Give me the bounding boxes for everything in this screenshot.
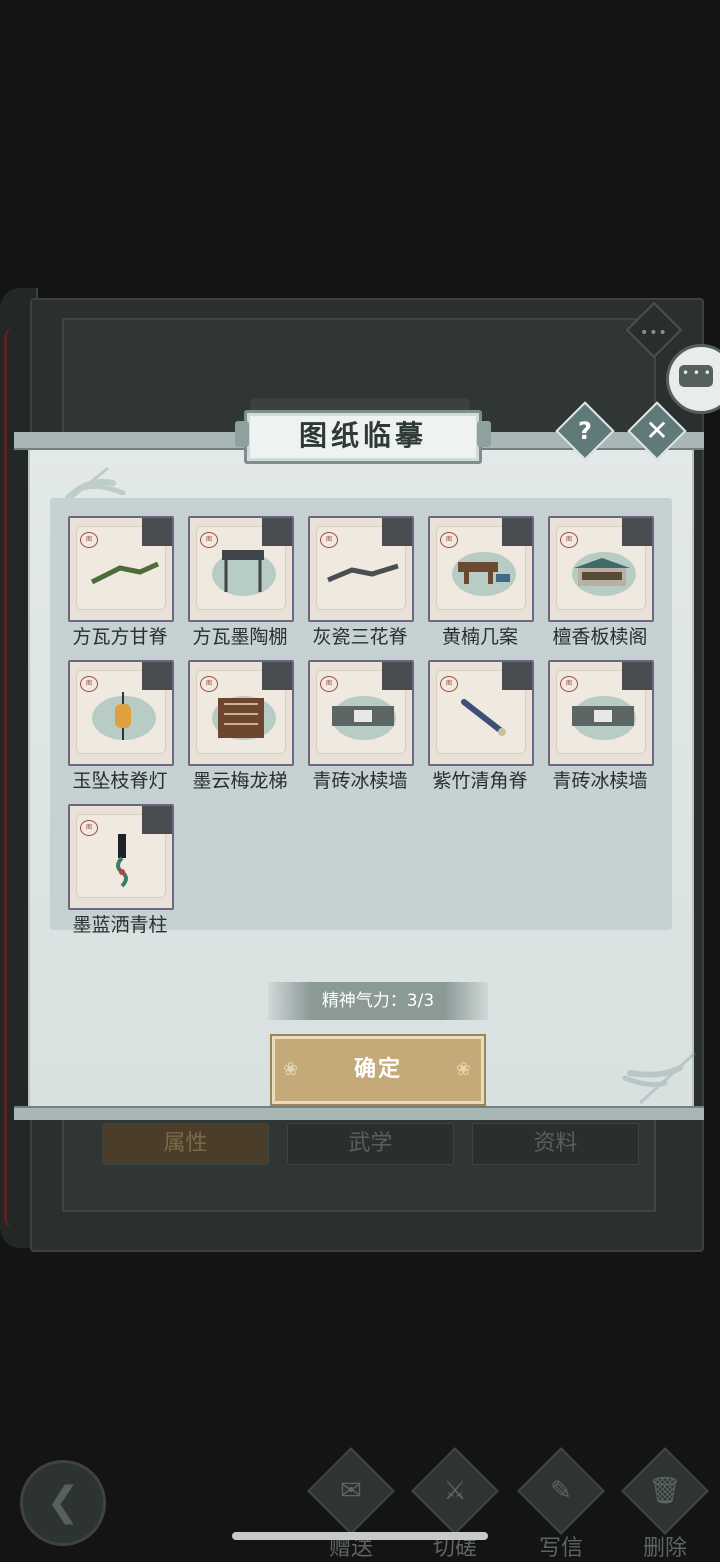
blueprint-card[interactable]: 图 灰瓷三花脊 xyxy=(308,516,418,656)
roof-ridge-icon xyxy=(327,563,399,583)
blueprint-thumbnail: 图 xyxy=(308,516,414,622)
dialog-bottom-rail xyxy=(14,1106,704,1120)
more-icon: ••• xyxy=(640,324,668,341)
blueprint-label: 青砖冰椟墙 xyxy=(312,770,408,792)
bamboo-ridge-icon xyxy=(461,699,506,736)
scroll-icon: ✉ xyxy=(307,1447,395,1535)
blueprint-card[interactable]: 图 檀香板椟阁 xyxy=(548,516,658,656)
blueprint-thumbnail: 图 xyxy=(188,516,294,622)
home-indicator[interactable] xyxy=(232,1532,488,1540)
blueprint-card[interactable]: 图 紫竹清角脊 xyxy=(428,660,538,800)
nav-letter-button[interactable]: ✎ 写信 xyxy=(516,1447,606,1561)
bg-tab-attributes: 属性 xyxy=(102,1123,269,1165)
blueprint-thumbnail: 图 xyxy=(68,660,174,766)
nav-spar-button[interactable]: ⚔ 切磋 xyxy=(410,1447,500,1561)
close-icon: ✕ xyxy=(645,414,669,447)
dialog-body: 图 方瓦方甘脊 图 方瓦墨陶棚 图 灰瓷三花脊 图 黄楠几案 图 檀香板椟阁 图… xyxy=(28,448,697,1106)
blueprint-card[interactable]: 图 墨蓝洒青柱 xyxy=(68,804,178,944)
trash-icon: 🗑 xyxy=(621,1447,709,1535)
blueprint-label: 青砖冰椟墙 xyxy=(552,770,648,792)
blueprint-card[interactable]: 图 玉坠枝脊灯 xyxy=(68,660,178,800)
blueprint-label: 方瓦墨陶棚 xyxy=(192,626,288,648)
nav-gift-button[interactable]: ✉ 赠送 xyxy=(306,1447,396,1561)
blueprint-card[interactable]: 图 黄楠几案 xyxy=(428,516,538,656)
blueprint-card[interactable]: 图 青砖冰椟墙 xyxy=(308,660,418,800)
table-icon xyxy=(458,562,510,584)
blueprint-card[interactable]: 图 墨云梅龙梯 xyxy=(188,660,298,800)
letter-icon: ✎ xyxy=(517,1447,605,1535)
blueprint-card[interactable]: 图 方瓦墨陶棚 xyxy=(188,516,298,656)
back-button[interactable]: ❮ xyxy=(20,1460,106,1546)
blueprint-grid: 图 方瓦方甘脊 图 方瓦墨陶棚 图 灰瓷三花脊 图 黄楠几案 图 檀香板椟阁 图… xyxy=(50,498,672,936)
chat-icon xyxy=(679,365,713,387)
blueprint-label: 墨蓝洒青柱 xyxy=(72,914,168,936)
dialog-title: 图纸临摹 xyxy=(298,419,427,452)
blueprint-label: 紫竹清角脊 xyxy=(432,770,528,792)
blueprint-thumbnail: 图 xyxy=(548,516,654,622)
bamboo-decoration-icon xyxy=(622,1051,697,1105)
blueprint-label: 黄楠几案 xyxy=(441,626,518,648)
roof-ridge-icon xyxy=(90,561,160,585)
pillar-icon xyxy=(116,834,128,888)
blueprint-label: 玉坠枝脊灯 xyxy=(72,770,168,792)
blueprint-thumbnail: 图 xyxy=(428,516,534,622)
sword-icon: ⚔ xyxy=(411,1447,499,1535)
energy-status: 精神气力：3/3 xyxy=(268,982,488,1020)
blueprint-thumbnail: 图 xyxy=(68,804,174,910)
blueprint-thumbnail: 图 xyxy=(548,660,654,766)
lantern-icon xyxy=(115,692,131,740)
blueprint-card[interactable]: 图 方瓦方甘脊 xyxy=(68,516,178,656)
blueprint-thumbnail: 图 xyxy=(308,660,414,766)
blueprint-label: 墨云梅龙梯 xyxy=(192,770,288,792)
blueprint-label: 灰瓷三花脊 xyxy=(312,626,408,648)
dialog-title-plaque: 图纸临摹 xyxy=(235,410,491,464)
brick-wall-icon xyxy=(572,706,634,726)
blueprint-copy-dialog: 图 方瓦方甘脊 图 方瓦墨陶棚 图 灰瓷三花脊 图 黄楠几案 图 檀香板椟阁 图… xyxy=(14,401,704,1122)
pavilion-icon xyxy=(574,558,630,586)
trellis-icon xyxy=(222,550,264,592)
confirm-button[interactable]: 确定 xyxy=(272,1036,484,1104)
nav-delete-button[interactable]: 🗑 删除 xyxy=(620,1447,710,1561)
blueprint-label: 方瓦方甘脊 xyxy=(72,626,168,648)
bg-tab-profile: 资料 xyxy=(472,1123,639,1165)
stair-cabinet-icon xyxy=(218,698,264,738)
back-arrow-icon: ❮ xyxy=(46,1479,80,1525)
question-icon: ? xyxy=(578,417,592,445)
brick-wall-icon xyxy=(332,706,394,726)
blueprint-thumbnail: 图 xyxy=(428,660,534,766)
bg-tab-martial: 武学 xyxy=(287,1123,454,1165)
blueprint-label: 檀香板椟阁 xyxy=(552,626,648,648)
blueprint-card[interactable]: 图 青砖冰椟墙 xyxy=(548,660,658,800)
blueprint-thumbnail: 图 xyxy=(68,516,174,622)
blueprint-thumbnail: 图 xyxy=(188,660,294,766)
